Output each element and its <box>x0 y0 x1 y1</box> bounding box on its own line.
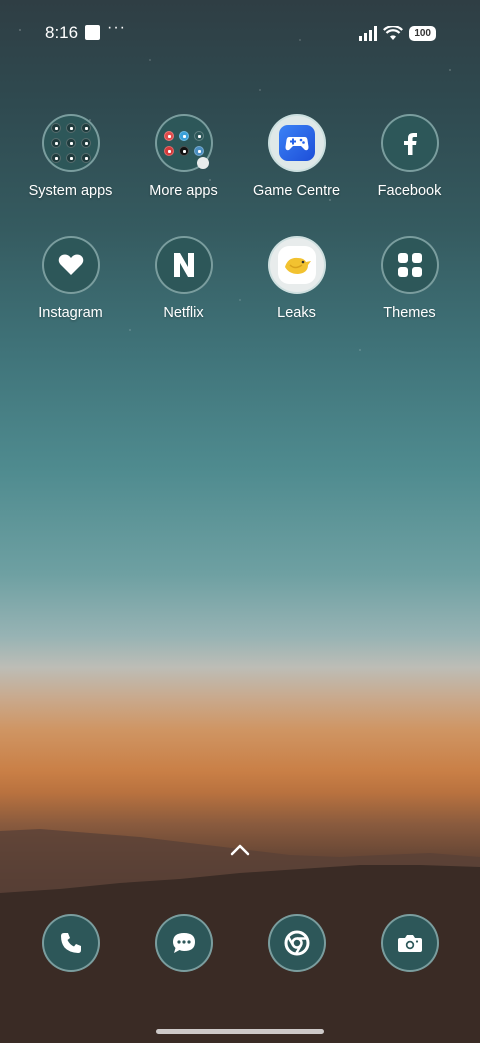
mountain-silhouette <box>0 829 480 1043</box>
camera-icon <box>380 914 439 972</box>
messages-icon <box>154 914 213 972</box>
app-label: Netflix <box>163 305 204 321</box>
app-netflix[interactable]: Netflix <box>127 236 240 321</box>
app-label: System apps <box>28 183 113 199</box>
app-label: Facebook <box>377 183 442 199</box>
phone-icon <box>41 914 100 972</box>
dock-chrome[interactable] <box>240 914 353 972</box>
status-icons: 100 <box>359 24 436 42</box>
status-bar: 8:16 ··· 100 <box>0 18 480 48</box>
heart-icon <box>41 236 100 294</box>
app-label: Game Centre <box>252 183 341 199</box>
home-gesture-bar[interactable] <box>156 1029 324 1034</box>
more-apps-folder-icon <box>154 114 213 172</box>
dock-phone[interactable] <box>14 914 127 972</box>
themes-grid-icon <box>380 236 439 294</box>
system-apps-folder-icon <box>41 114 100 172</box>
app-themes[interactable]: Themes <box>353 236 466 321</box>
app-game-centre[interactable]: Game Centre <box>240 114 353 199</box>
dock-messages[interactable] <box>127 914 240 972</box>
battery-indicator: 100 <box>409 25 436 41</box>
wifi-icon <box>383 25 404 40</box>
notification-square-icon <box>85 25 100 40</box>
signal-icon <box>359 25 378 41</box>
netflix-n-icon <box>154 236 213 294</box>
game-controller-icon <box>267 114 326 172</box>
app-leaks[interactable]: Leaks <box>240 236 353 321</box>
app-label: More apps <box>149 183 218 199</box>
app-label: Themes <box>383 305 436 321</box>
chevron-up-icon[interactable] <box>229 842 251 858</box>
facebook-icon <box>380 114 439 172</box>
status-time: 8:16 <box>45 23 79 42</box>
starry-sky <box>0 0 480 420</box>
app-label: Instagram <box>38 305 103 321</box>
leaks-bird-icon <box>267 236 326 294</box>
more-notifications-indicator: ··· <box>107 19 126 36</box>
app-system-apps[interactable]: System apps <box>14 114 127 199</box>
app-more-apps[interactable]: More apps <box>127 114 240 199</box>
chrome-icon <box>267 914 326 972</box>
app-label: Leaks <box>277 305 316 321</box>
app-instagram[interactable]: Instagram <box>14 236 127 321</box>
app-facebook[interactable]: Facebook <box>353 114 466 199</box>
home-screen: 8:16 ··· 100 System apps More apps Game … <box>0 0 480 1043</box>
dock-camera[interactable] <box>353 914 466 972</box>
